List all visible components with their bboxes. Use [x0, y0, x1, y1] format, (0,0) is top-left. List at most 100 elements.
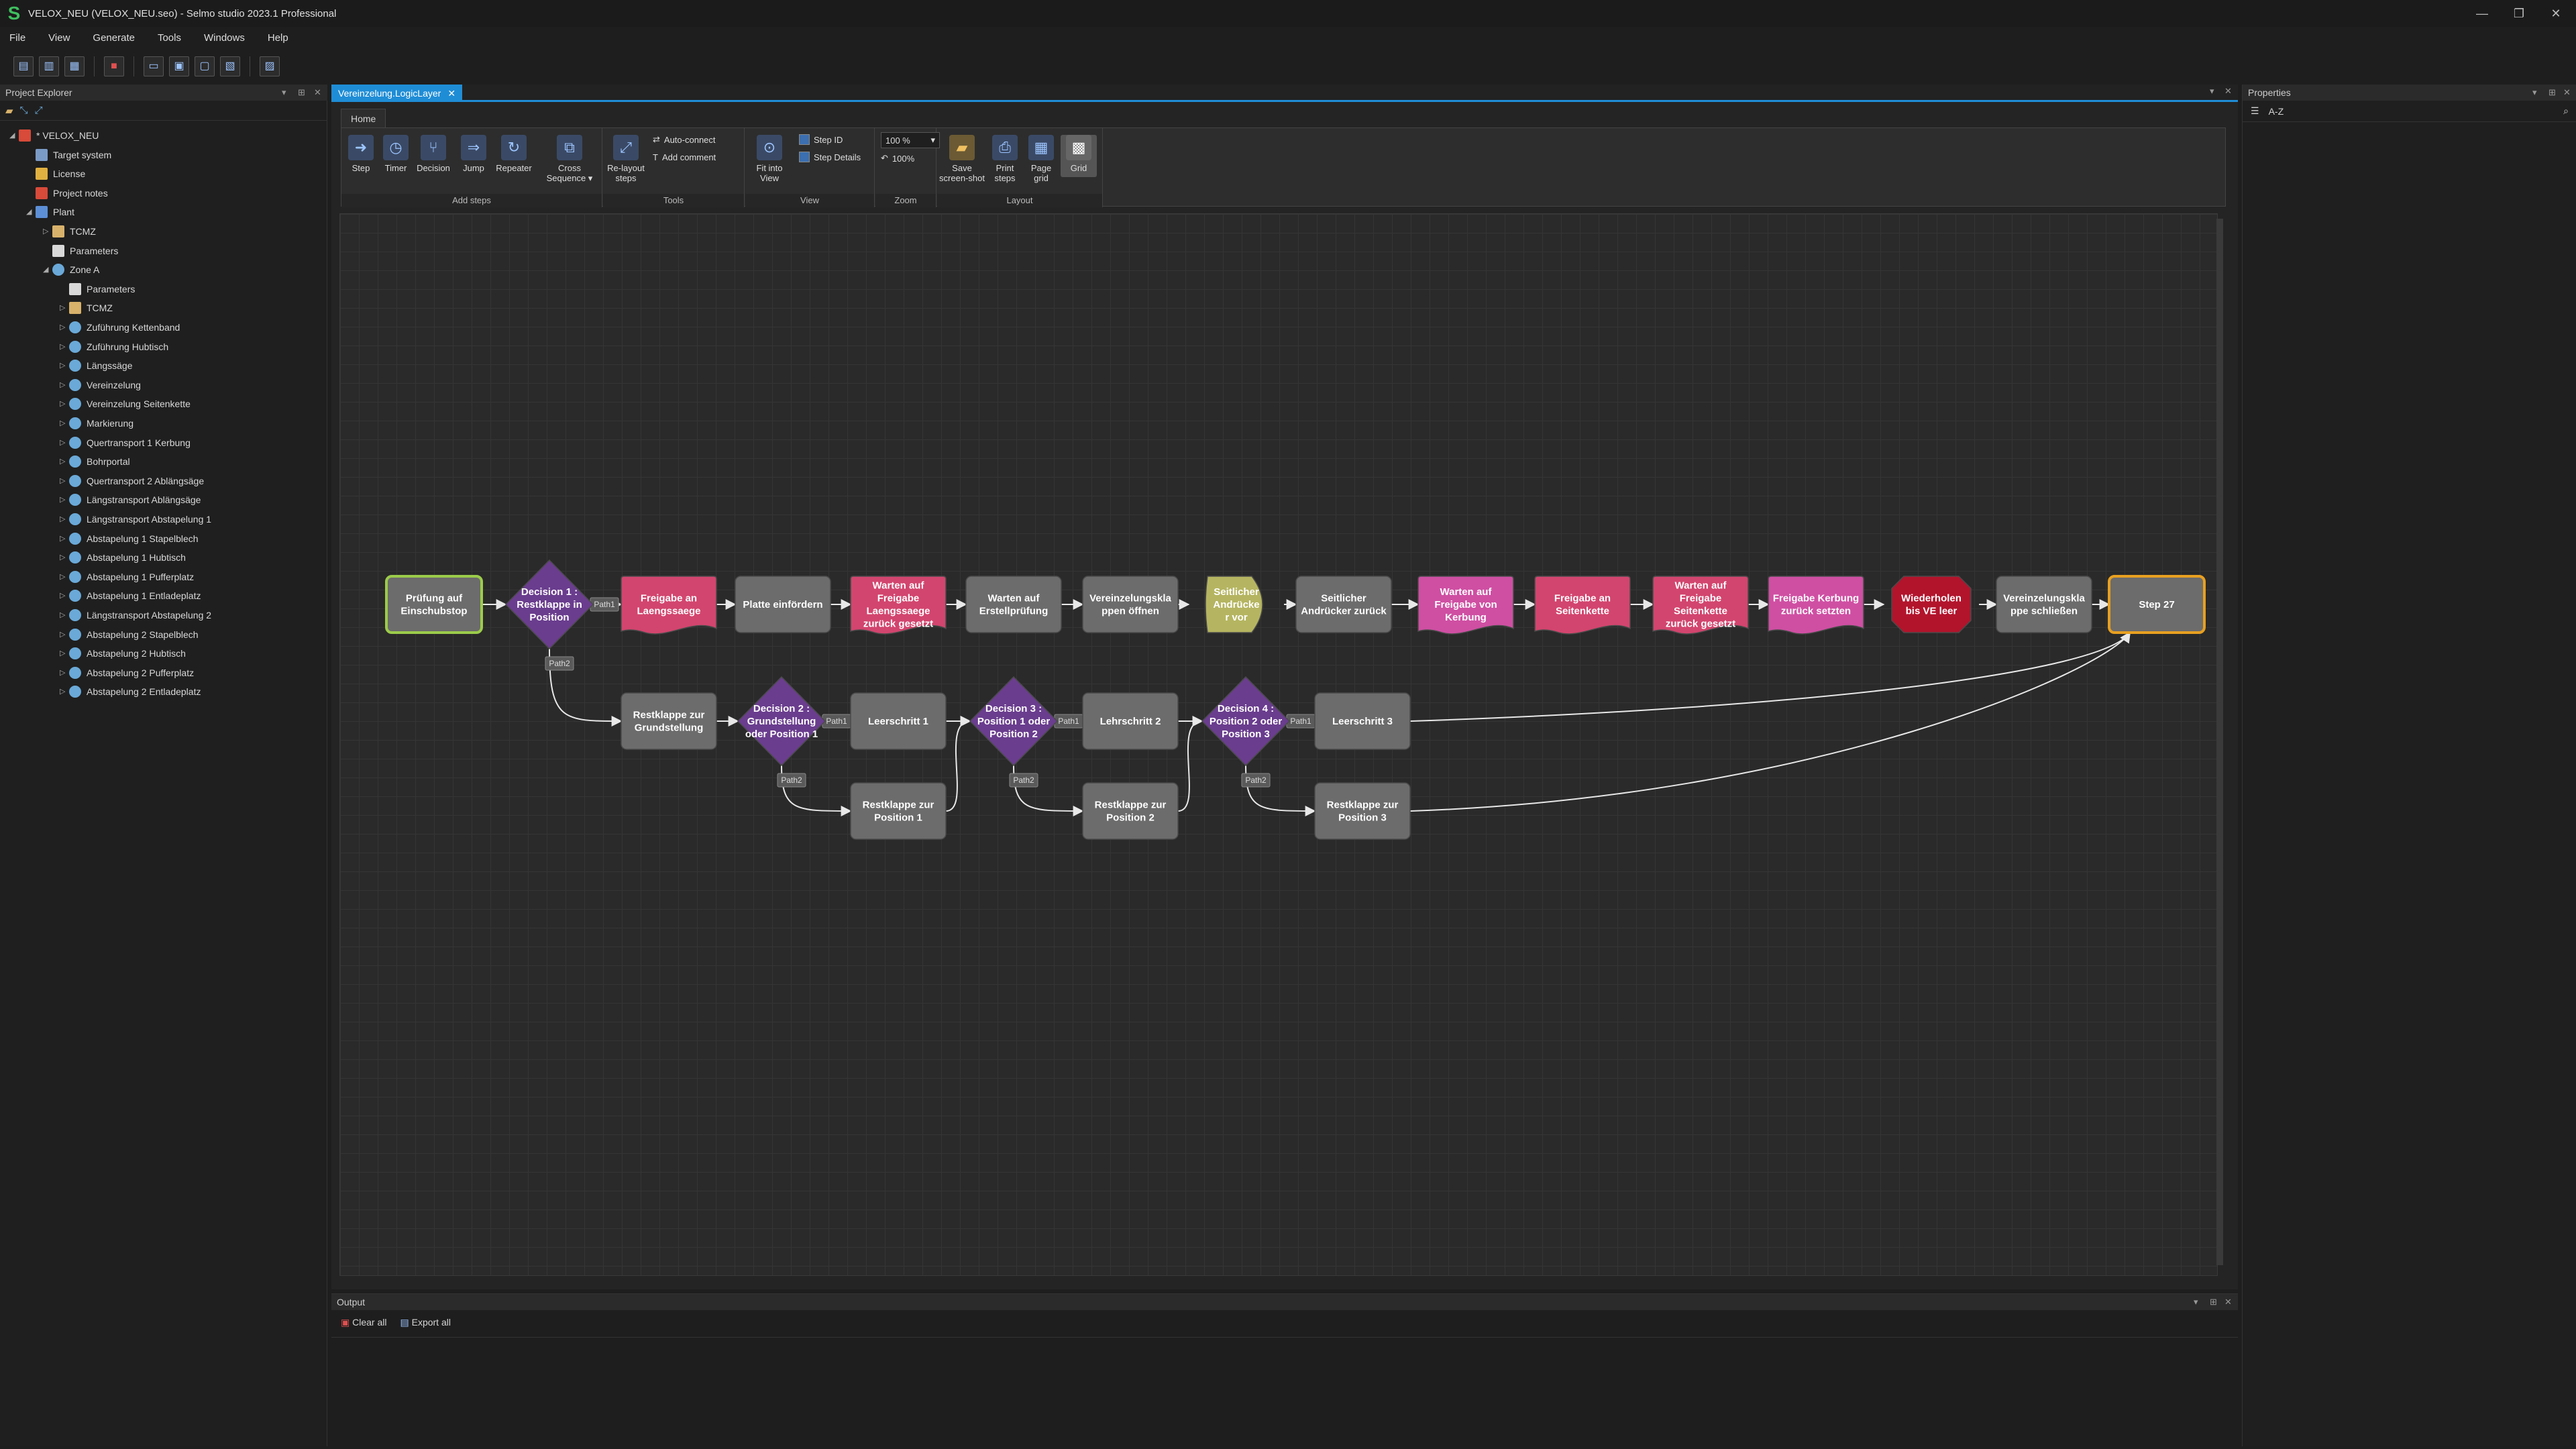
simulate-icon[interactable]: ▧	[220, 56, 240, 76]
tree-item[interactable]: ▷ Abstapelung 1 Stapelblech	[60, 529, 199, 548]
tree-item[interactable]: ▷ Abstapelung 2 Pufferplatz	[60, 663, 194, 682]
timer-button[interactable]: ◷ Timer	[378, 135, 414, 173]
expand-arrow-icon[interactable]: ◢	[43, 260, 52, 279]
step-node[interactable]: Platte einfördern	[735, 576, 831, 633]
expand-arrow-icon[interactable]: ▷	[43, 222, 52, 241]
minimize-icon[interactable]: —	[2462, 0, 2502, 27]
step-node[interactable]: Warten auf Erstellprüfung	[965, 576, 1062, 633]
categorized-icon[interactable]: ☰	[2251, 105, 2259, 117]
expand-arrow-icon[interactable]: ▷	[60, 682, 69, 701]
expand-arrow-icon[interactable]: ▷	[60, 529, 69, 548]
save-icon[interactable]: ▦	[64, 56, 85, 76]
tree-item[interactable]: ▷ Längstransport Ablängsäge	[60, 490, 201, 509]
decision-button[interactable]: ⑂ Decision	[415, 135, 451, 173]
connection-arrow[interactable]	[945, 716, 971, 812]
output-log[interactable]	[331, 1337, 2238, 1447]
tree-item[interactable]: Target system	[26, 146, 111, 164]
close-icon[interactable]: ✕	[314, 85, 321, 101]
connection-arrow[interactable]	[1409, 631, 2131, 812]
step-node[interactable]: Leerschritt 1	[850, 692, 947, 750]
dropdown-icon[interactable]: ▾	[2532, 85, 2537, 101]
connection-arrow[interactable]	[781, 765, 852, 816]
tree-item[interactable]: Parameters	[43, 241, 118, 260]
tree-item[interactable]: Project notes	[26, 184, 108, 203]
clear-all-button[interactable]: ▣ Clear all	[341, 1317, 386, 1328]
expand-arrow-icon[interactable]: ▷	[60, 414, 69, 433]
expand-arrow-icon[interactable]: ▷	[60, 394, 69, 413]
tree-item[interactable]: ▷ Abstapelung 2 Entladeplatz	[60, 682, 201, 701]
expand-arrow-icon[interactable]: ◢	[26, 203, 36, 221]
step-node[interactable]: Decision 2 : Grundstellung oder Position 1	[737, 676, 826, 767]
tree-item[interactable]: ▷ Vereinzelung Seitenkette	[60, 394, 191, 413]
cross-sequence-button[interactable]: ⧉ Cross Sequence ▾	[543, 135, 596, 183]
step-node[interactable]: SeitlicherAndrücke r vor	[1205, 576, 1263, 633]
step-node[interactable]: Freigabe an Seitenkette	[1534, 576, 1631, 635]
step-node[interactable]: Leerschritt 3	[1314, 692, 1411, 750]
folder-icon[interactable]: ▰	[5, 105, 13, 117]
tree-item[interactable]: ▷ Abstapelung 1 Hubtisch	[60, 548, 186, 567]
step-node[interactable]: Restklappe zurPosition 3	[1314, 782, 1411, 840]
step-node[interactable]: Step 27	[2108, 575, 2206, 634]
expand-arrow-icon[interactable]: ▷	[60, 356, 69, 375]
compile-icon[interactable]: ▣	[169, 56, 189, 76]
tree-item[interactable]: License	[26, 164, 85, 183]
step-node[interactable]: Seitlicher Andrücker zurück	[1295, 576, 1392, 633]
repeater-button[interactable]: ↻ Repeater	[496, 135, 532, 173]
step-node[interactable]: Freigabe Kerbung zurück setzten	[1768, 576, 1864, 635]
download-icon[interactable]: ▢	[195, 56, 215, 76]
expand-arrow-icon[interactable]: ▷	[60, 490, 69, 509]
generate-icon[interactable]: ▭	[144, 56, 164, 76]
connection-arrow[interactable]	[1177, 716, 1203, 812]
vertical-scrollbar[interactable]	[2216, 219, 2223, 1265]
expand-arrow-icon[interactable]: ▷	[60, 568, 69, 586]
expand-arrow-icon[interactable]: ▷	[60, 644, 69, 663]
menu-view[interactable]: View	[48, 32, 70, 44]
expand-arrow-icon[interactable]: ◢	[9, 126, 19, 145]
save-screenshot-button[interactable]: ▰ Save screen-shot	[938, 135, 985, 183]
tree-item[interactable]: ▷ Längstransport Abstapelung 1	[60, 510, 211, 529]
tree-item[interactable]: ▷ TCMZ	[60, 299, 113, 317]
menu-file[interactable]: File	[9, 32, 25, 44]
fit-into-view-button[interactable]: ⊙ Fit into View	[748, 135, 791, 183]
expand-arrow-icon[interactable]: ▷	[60, 318, 69, 337]
tree-item[interactable]: ▷ Abstapelung 2 Hubtisch	[60, 644, 186, 663]
tree-item[interactable]: ▷ Abstapelung 1 Entladeplatz	[60, 586, 201, 605]
auto-connect-button[interactable]: ⇄ Auto-connect	[653, 132, 716, 147]
expand-arrow-icon[interactable]: ▷	[60, 586, 69, 605]
monitor-icon[interactable]: ▨	[260, 56, 280, 76]
close-icon[interactable]: ✕	[2563, 85, 2571, 101]
zoom-select[interactable]: 100 % ▾	[881, 132, 940, 148]
zoom-reset-button[interactable]: ↶ 100%	[881, 151, 914, 166]
step-node[interactable]: Decision 4 : Position 2 oder Position 3	[1201, 676, 1291, 767]
collapse-icon[interactable]: ⤡	[20, 105, 28, 116]
tree-item[interactable]: ▷ Vereinzelung	[60, 376, 141, 394]
tree-item[interactable]: ▷ Zuführung Kettenband	[60, 318, 180, 337]
expand-arrow-icon[interactable]: ▷	[60, 606, 69, 625]
sort-az-button[interactable]: A-Z	[2269, 106, 2284, 117]
tree-item[interactable]: ▷ Abstapelung 1 Pufferplatz	[60, 568, 194, 586]
grid-toggle-button[interactable]: ▩ Grid	[1061, 135, 1097, 177]
expand-arrow-icon[interactable]: ▷	[60, 376, 69, 394]
expand-arrow-icon[interactable]: ▷	[60, 472, 69, 490]
export-all-button[interactable]: ▤ Export all	[400, 1317, 450, 1328]
tree-item[interactable]: ▷ Quertransport 2 Ablängsäge	[60, 472, 204, 490]
step-node[interactable]: Warten aufFreigabe Laengssaege zurück gese…	[850, 576, 947, 635]
step-node[interactable]: Decision 3 : Position 1 oder Position 2	[969, 676, 1059, 767]
ribbon-tab-home[interactable]: Home	[341, 109, 386, 128]
tree-item[interactable]: ▷ Markierung	[60, 414, 133, 433]
connection-arrow[interactable]	[1245, 765, 1316, 816]
step-node[interactable]: Warten aufFreigabe Seitenkette zurück gese…	[1652, 576, 1749, 635]
pin-icon[interactable]: ⊞	[298, 85, 305, 101]
tree-item[interactable]: ◢ Plant	[26, 203, 74, 221]
tree-item[interactable]: ▷ Bohrportal	[60, 452, 130, 471]
dropdown-icon[interactable]: ▾	[2194, 1294, 2198, 1310]
step-node[interactable]: Decision 1 :Restklappe in Position	[504, 559, 594, 650]
expand-arrow-icon[interactable]: ▷	[60, 510, 69, 529]
expand-arrow-icon[interactable]: ▷	[60, 548, 69, 567]
restore-icon[interactable]: ❐	[2499, 0, 2539, 27]
step-node[interactable]: Restklappe zurPosition 2	[1082, 782, 1179, 840]
connection-arrow[interactable]	[1409, 631, 2131, 722]
menu-generate[interactable]: Generate	[93, 32, 135, 44]
close-icon[interactable]: ✕	[2224, 1294, 2232, 1310]
close-icon[interactable]: ✕	[447, 85, 455, 102]
